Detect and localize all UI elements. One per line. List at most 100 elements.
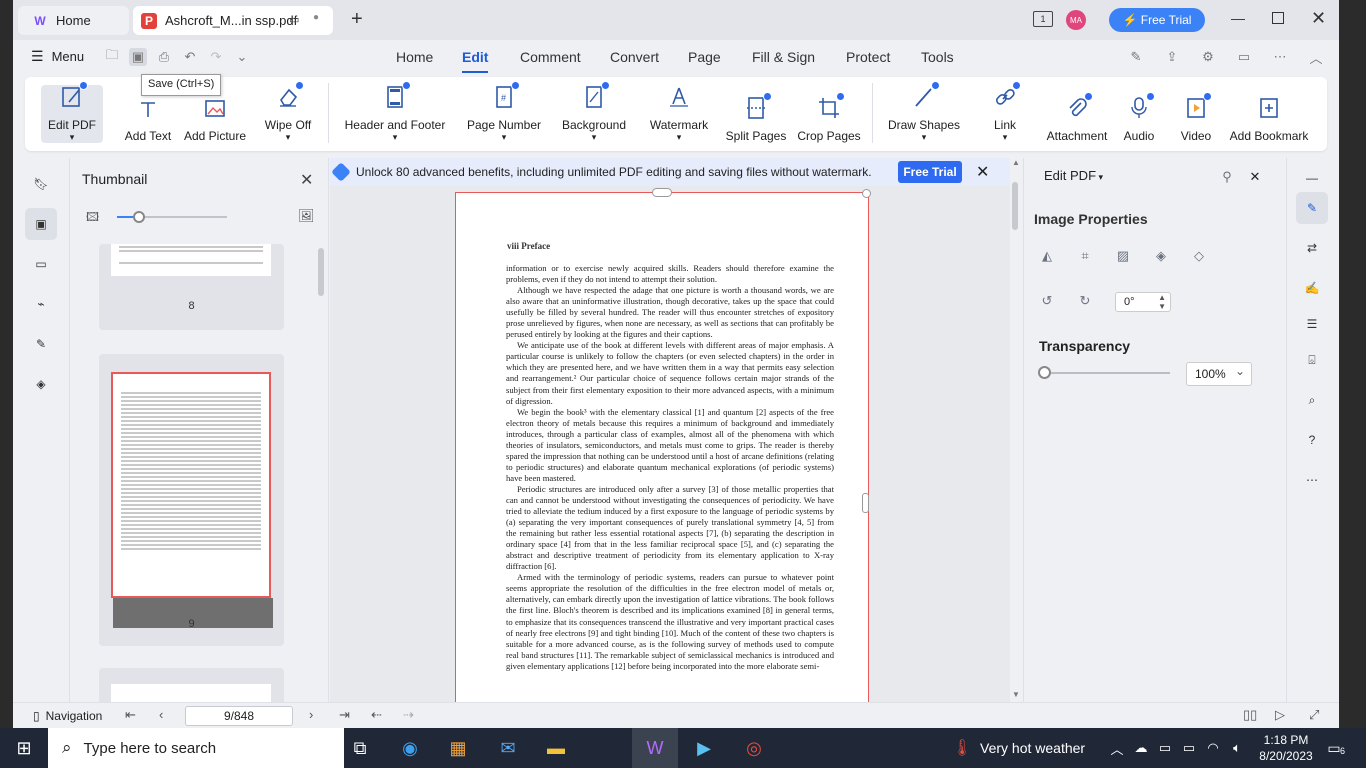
scroll-up-icon[interactable]: ▲: [1012, 158, 1020, 167]
navigation-toggle[interactable]: ▯ Navigation: [33, 709, 102, 723]
banner-close-icon[interactable]: ✕: [976, 162, 989, 182]
flip-icon[interactable]: ◭: [1038, 247, 1056, 265]
menu-button[interactable]: ☰ Menu: [31, 48, 84, 65]
layers-icon[interactable]: ◈: [25, 368, 57, 400]
monitor-icon[interactable]: ▭: [289, 13, 299, 26]
maximize-icon[interactable]: [1272, 12, 1284, 24]
pdf-page[interactable]: viii Preface information or to exercise …: [455, 188, 871, 702]
edge-icon[interactable]: ◉: [396, 734, 424, 762]
transparency-slider-knob[interactable]: [1038, 366, 1051, 379]
first-page-icon[interactable]: ⇤: [125, 707, 136, 723]
mail-icon[interactable]: ✉: [494, 734, 522, 762]
taskbar-clock[interactable]: 1:18 PM 8/20/2023: [1256, 732, 1316, 764]
fullscreen-icon[interactable]: ⤢: [1309, 707, 1319, 723]
link-tool[interactable]: Link: [987, 81, 1023, 143]
edit-pdf-tool[interactable]: Edit PDF: [41, 81, 103, 143]
file-explorer-icon[interactable]: ▬: [542, 734, 570, 762]
tab-page[interactable]: Page: [688, 49, 721, 65]
tab-edit[interactable]: Edit: [462, 49, 489, 73]
thumbnail-close-icon[interactable]: ✕: [300, 170, 313, 190]
panel-close-icon[interactable]: ✕: [1246, 168, 1264, 186]
chat-icon[interactable]: ▭: [1235, 48, 1253, 66]
previous-page-icon[interactable]: ‹: [159, 707, 163, 722]
zoom-out-image-icon[interactable]: 🖾︎: [86, 208, 99, 229]
quick-access-dropdown-icon[interactable]: ⌄: [233, 48, 251, 66]
convert-icon[interactable]: ⇄: [1296, 232, 1328, 264]
windows-start-icon[interactable]: ⊞: [10, 734, 38, 762]
volume-icon[interactable]: 🔈︎: [1223, 734, 1251, 762]
transparency-select[interactable]: 100%: [1186, 362, 1252, 386]
pen-sign-icon[interactable]: ✎: [1127, 48, 1145, 66]
play-icon[interactable]: ▷: [1275, 707, 1285, 723]
edit-pdf-dropdown[interactable]: Edit PDF: [1044, 168, 1103, 183]
open-folder-icon[interactable]: 🗀: [103, 47, 121, 66]
watermark-tool[interactable]: Watermark: [646, 85, 712, 143]
background-tool[interactable]: Background: [557, 81, 631, 143]
weather-text[interactable]: Very hot weather: [980, 740, 1085, 756]
fill-sign-icon[interactable]: ✍: [1296, 272, 1328, 304]
page-number-tool[interactable]: # Page Number: [464, 81, 544, 143]
split-pages-tool[interactable]: Split Pages: [726, 85, 786, 143]
tab-document[interactable]: P Ashcroft_M...in ssp.pdf ▭ ●: [133, 6, 333, 35]
wps-pdf-taskbar-icon[interactable]: W: [641, 734, 669, 762]
tab-home[interactable]: W Home: [18, 6, 129, 35]
thumbnail-size-slider[interactable]: [117, 211, 227, 223]
send-backward-icon[interactable]: ◇: [1190, 247, 1208, 265]
bookmark-icon[interactable]: 🔖︎: [25, 168, 57, 200]
scroll-down-icon[interactable]: ▼: [1012, 690, 1020, 699]
help-icon[interactable]: ?: [1296, 424, 1328, 456]
crop-pages-tool[interactable]: Crop Pages: [797, 85, 861, 143]
tab-convert[interactable]: Convert: [610, 49, 659, 65]
store-icon[interactable]: ▦: [444, 734, 472, 762]
crop-icon[interactable]: ⌗: [1076, 247, 1094, 265]
pin-icon[interactable]: ⚲: [1218, 168, 1236, 186]
rotate-handle[interactable]: [652, 188, 672, 197]
new-tab-icon[interactable]: +: [351, 8, 363, 31]
signature-icon[interactable]: ✎: [25, 328, 57, 360]
page-number-input[interactable]: 9/848: [185, 706, 293, 726]
attachment-panel-icon[interactable]: ⌁: [25, 288, 57, 320]
share-icon[interactable]: ⇪: [1163, 48, 1181, 66]
more-icon[interactable]: ⋯: [1271, 48, 1289, 66]
settings-icon[interactable]: ⚙: [1199, 48, 1217, 66]
banner-free-trial-button[interactable]: Free Trial: [898, 161, 962, 183]
zoom-in-image-icon[interactable]: 🖼︎: [298, 208, 315, 224]
add-bookmark-tool[interactable]: Add Bookmark: [1230, 85, 1308, 143]
chrome-icon[interactable]: ◎: [740, 734, 768, 762]
tab-protect[interactable]: Protect: [846, 49, 890, 65]
minimize-icon[interactable]: —: [1231, 10, 1245, 26]
tab-comment[interactable]: Comment: [520, 49, 581, 65]
media-player-icon[interactable]: ▶: [690, 734, 718, 762]
replace-image-icon[interactable]: ▨: [1114, 247, 1132, 265]
reading-mode-icon[interactable]: ▯▯: [1243, 707, 1257, 723]
compare-icon[interactable]: ⌺: [1296, 344, 1328, 376]
thumbnail-icon[interactable]: ▣: [25, 208, 57, 240]
more-options-icon[interactable]: ⋯: [1296, 464, 1328, 496]
thumbnail-scrollbar[interactable]: [318, 248, 324, 296]
previous-view-icon[interactable]: ⇠: [371, 707, 382, 723]
rotation-stepper-icon[interactable]: ▲ ▼: [1158, 293, 1166, 311]
header-footer-tool[interactable]: Header and Footer: [342, 81, 448, 143]
bring-forward-icon[interactable]: ◈: [1152, 247, 1170, 265]
taskbar-search[interactable]: ⌕ Type here to search: [48, 728, 344, 768]
avatar[interactable]: MA: [1066, 10, 1086, 30]
last-page-icon[interactable]: ⇥: [339, 707, 350, 723]
tab-fill-sign[interactable]: Fill & Sign: [752, 49, 815, 65]
print-icon[interactable]: ⎙: [155, 48, 173, 66]
rotate-right-icon[interactable]: ↻: [1076, 292, 1094, 310]
resize-handle[interactable]: [862, 493, 869, 513]
edit-properties-icon[interactable]: ✎: [1296, 192, 1328, 224]
next-page-icon[interactable]: ›: [309, 707, 313, 722]
redo-icon[interactable]: ↷: [207, 48, 225, 66]
free-trial-button[interactable]: ⚡ Free Trial: [1109, 8, 1205, 32]
thumbnail-page-9[interactable]: 9: [99, 354, 284, 646]
comment-icon[interactable]: ▭: [25, 248, 57, 280]
transparency-slider[interactable]: [1038, 366, 1170, 379]
rotate-left-icon[interactable]: ↺: [1038, 292, 1056, 310]
rotation-input[interactable]: 0° ▲ ▼: [1115, 292, 1171, 312]
minimize-panel-icon[interactable]: —: [1296, 162, 1328, 194]
paragraph-icon[interactable]: ☰: [1296, 308, 1328, 340]
draw-shapes-tool[interactable]: Draw Shapes: [885, 81, 963, 143]
search-icon[interactable]: ⌕: [1296, 384, 1328, 416]
tab-tools[interactable]: Tools: [921, 49, 954, 65]
